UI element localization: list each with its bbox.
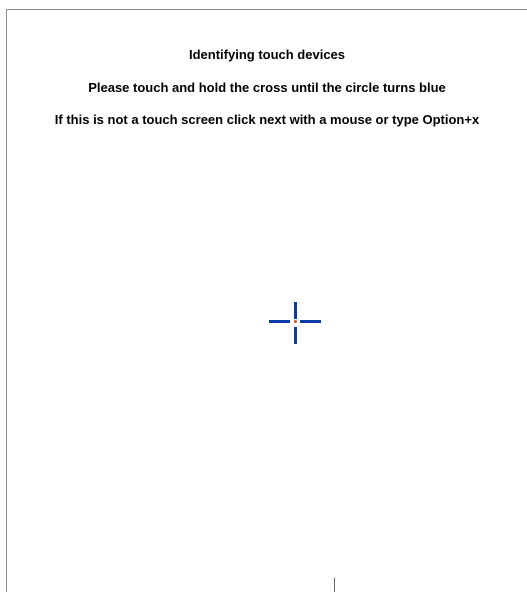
crosshair-arm-right [300,320,321,323]
crosshair-arm-top [294,302,297,319]
dialog-heading: Identifying touch devices [188,47,346,62]
touch-identification-window: Identifying touch devices Please touch a… [6,9,527,592]
dialog-instruction: Please touch and hold the cross until th… [88,80,446,95]
crosshair-arm-bottom [294,327,297,344]
crosshair-icon[interactable] [265,292,325,352]
footer-divider [334,578,335,592]
crosshair-arm-left [269,320,290,323]
crosshair-center-dot [294,320,297,323]
dialog-alternative-instruction: If this is not a touch screen click next… [54,112,480,127]
